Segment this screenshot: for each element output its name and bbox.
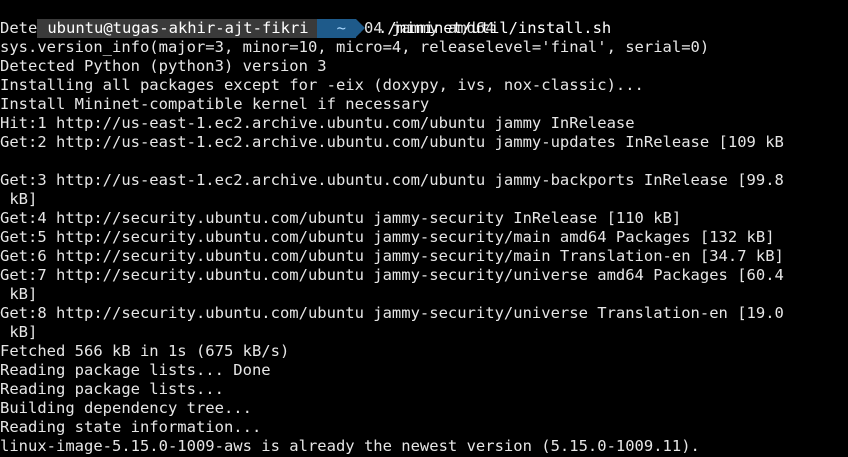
output-line: kB]	[0, 323, 38, 341]
output-line: Detected Python (python3) version 3	[0, 57, 327, 75]
output-line: linux-image-5.15.0-1009-aws is already t…	[0, 437, 700, 455]
output-line: Reading package lists...	[0, 380, 224, 398]
prompt-command: ./mininet/util/install.sh	[377, 19, 612, 37]
shell-prompt: ubuntu@tugas-akhir-ajt-fikri ~ ./mininet/u…	[0, 0, 848, 38]
output-line: Get:5 http://security.ubuntu.com/ubuntu …	[0, 228, 775, 246]
output-line: Get:3 http://us-east-1.ec2.archive.ubunt…	[0, 171, 784, 189]
output-line: Get:2 http://us-east-1.ec2.archive.ubunt…	[0, 133, 784, 151]
prompt-user-host: ubuntu@tugas-akhir-ajt-fikri	[37, 19, 326, 38]
output-line: Hit:1 http://us-east-1.ec2.archive.ubunt…	[0, 114, 635, 132]
output-line: Fetched 566 kB in 1s (675 kB/s)	[0, 342, 290, 360]
output-line: Get:6 http://security.ubuntu.com/ubuntu …	[0, 247, 784, 265]
output-line: Get:8 http://security.ubuntu.com/ubuntu …	[0, 304, 784, 322]
output-line: sys.version_info(major=3, minor=10, micr…	[0, 38, 710, 56]
output-line: Get:7 http://security.ubuntu.com/ubuntu …	[0, 266, 784, 284]
output-line: Install Mininet-compatible kernel if nec…	[0, 95, 430, 113]
output-line: Building dependency tree...	[0, 399, 252, 417]
terminal-window[interactable]: ubuntu@tugas-akhir-ajt-fikri ~ ./mininet/u…	[0, 0, 848, 457]
output-line: Reading state information...	[0, 418, 262, 436]
output-line: kB]	[0, 190, 38, 208]
output-line: kB]	[0, 285, 38, 303]
output-line: Reading package lists... Done	[0, 361, 271, 379]
output-line: Get:4 http://security.ubuntu.com/ubuntu …	[0, 209, 682, 227]
prompt-cwd: ~	[316, 19, 366, 38]
output-line: Installing all packages except for -eix …	[0, 76, 644, 94]
